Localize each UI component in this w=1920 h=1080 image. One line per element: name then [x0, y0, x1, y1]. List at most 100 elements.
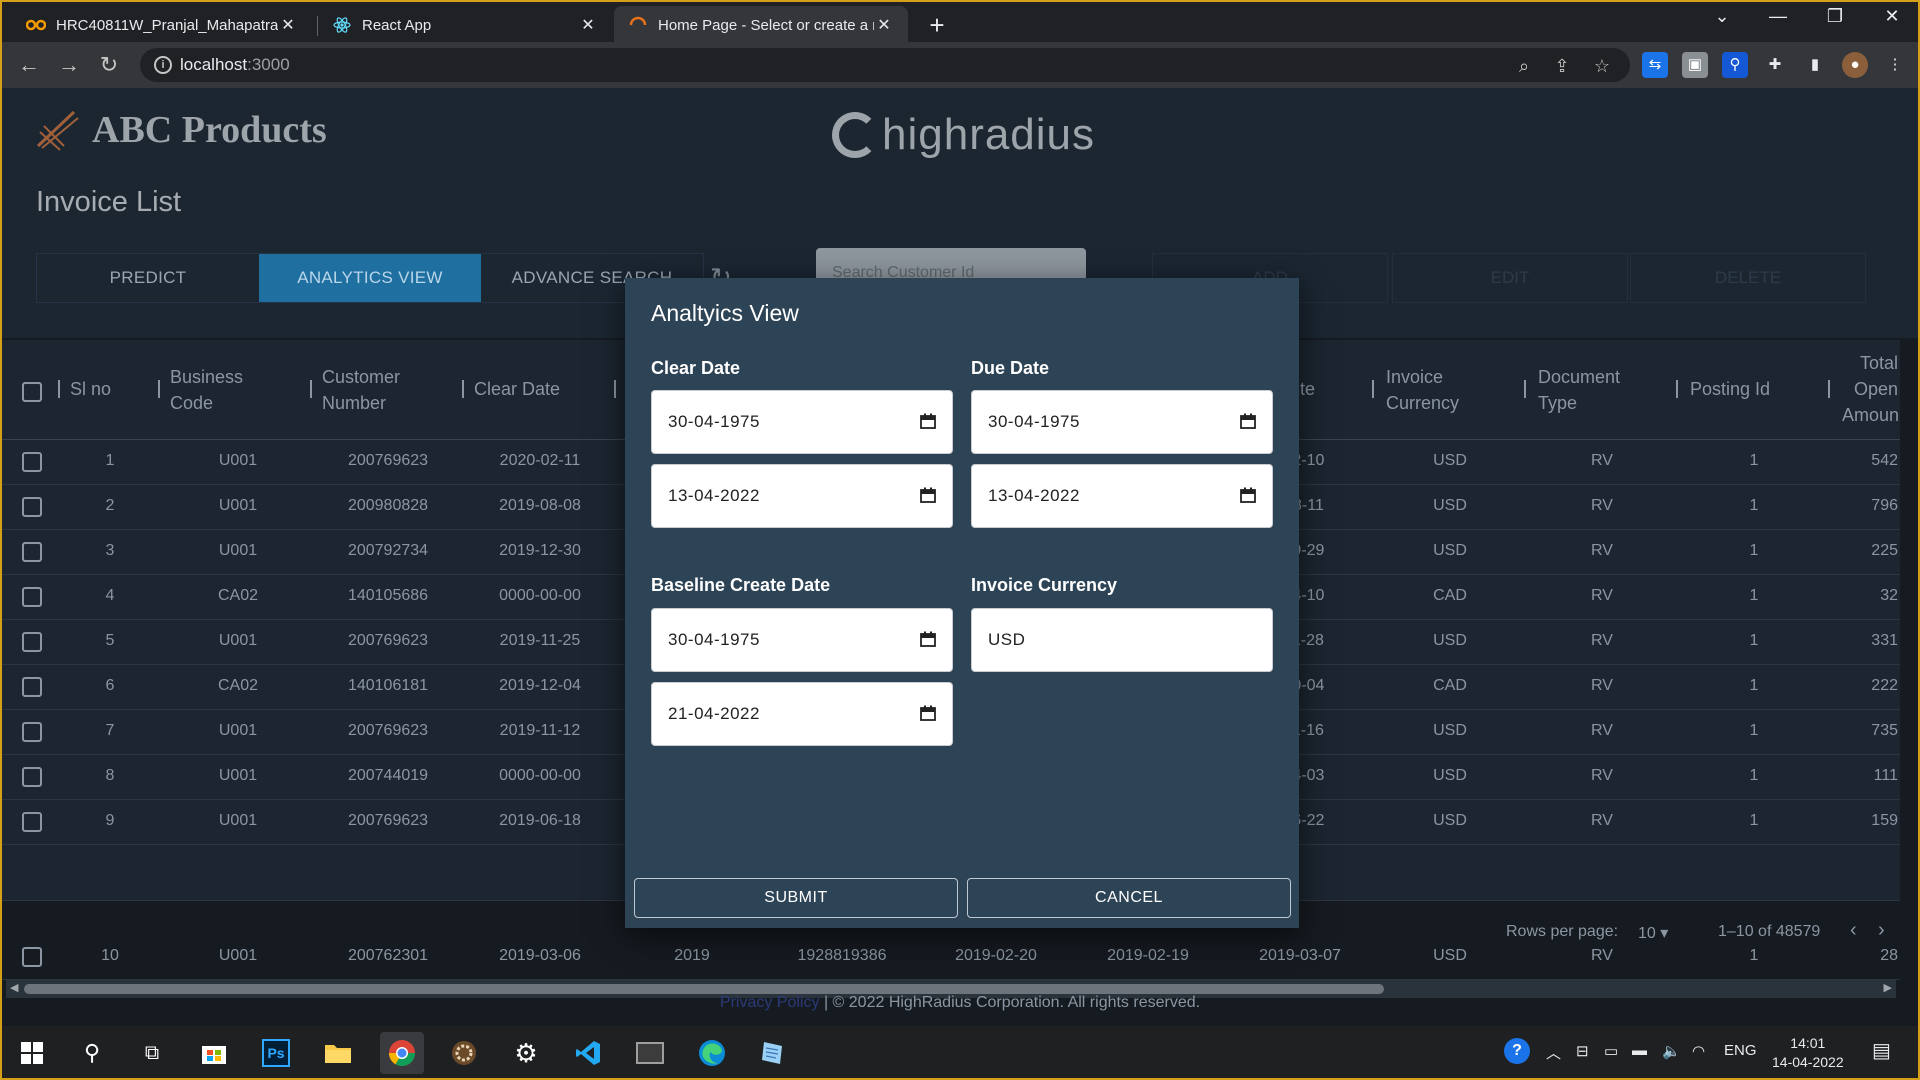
header-total-open-amount[interactable]: Total Open Amoun — [1842, 350, 1899, 428]
menu-kebab-icon[interactable]: ⋮ — [1882, 52, 1908, 78]
row-checkbox[interactable] — [22, 542, 42, 562]
submit-button[interactable]: SUBMIT — [634, 878, 958, 918]
scrollbar-thumb[interactable] — [24, 984, 1384, 994]
vscode-icon[interactable] — [570, 1035, 606, 1071]
header-invoice-currency[interactable]: Invoice Currency — [1386, 364, 1459, 416]
cancel-button[interactable]: CANCEL — [967, 878, 1291, 918]
chevron-up-icon[interactable]: ︿ — [1546, 1042, 1561, 1063]
share-icon[interactable]: ⇪ — [1550, 54, 1574, 78]
baseline-date-from-input[interactable]: 30-04-1975 — [651, 608, 953, 672]
star-icon[interactable]: ☆ — [1590, 54, 1614, 78]
extension-translate-icon[interactable]: ⇆ — [1642, 52, 1668, 78]
header-sl-no[interactable]: Sl no — [70, 376, 111, 402]
cell-sl: 3 — [105, 542, 115, 559]
restore-icon[interactable]: ❐ — [1815, 6, 1855, 27]
tab-search-icon[interactable]: ⌄ — [1702, 6, 1742, 27]
volume-icon[interactable]: 🔈 — [1662, 1042, 1681, 1060]
reload-icon[interactable]: ↻ — [94, 50, 124, 80]
chrome-taskbar-icon[interactable] — [380, 1032, 424, 1074]
file-explorer-icon[interactable] — [320, 1035, 356, 1071]
terminal-icon[interactable] — [632, 1035, 668, 1071]
gear-icon[interactable]: ⚙ — [508, 1035, 544, 1071]
delete-button[interactable]: DELETE — [1630, 253, 1866, 303]
close-icon[interactable]: ✕ — [874, 15, 894, 35]
row-checkbox[interactable] — [22, 632, 42, 652]
system-clock[interactable]: 14:01 14-04-2022 — [1772, 1034, 1844, 1072]
header-business-code[interactable]: Business Code — [170, 364, 243, 416]
forward-icon[interactable]: → — [54, 50, 84, 80]
back-icon[interactable]: ← — [14, 50, 44, 80]
header-posting-id[interactable]: Posting Id — [1690, 376, 1770, 402]
network-adapter-icon[interactable]: ▭ — [1604, 1042, 1618, 1060]
browser-tab-hrc[interactable]: HRC40811W_Pranjal_Mahapatra_ ✕ — [12, 6, 312, 44]
wifi-icon[interactable]: ◠ — [1692, 1042, 1705, 1060]
store-icon[interactable] — [196, 1035, 232, 1071]
task-view-icon[interactable]: ⧉ — [134, 1035, 170, 1071]
edit-button[interactable]: EDIT — [1392, 253, 1628, 303]
minimize-icon[interactable]: — — [1758, 6, 1798, 27]
row-checkbox[interactable] — [22, 677, 42, 697]
rows-per-page-select[interactable]: 10 ▾ — [1638, 923, 1668, 943]
photoshop-icon[interactable]: Ps — [258, 1035, 294, 1071]
row-checkbox[interactable] — [22, 812, 42, 832]
header-due-date[interactable]: te — [1300, 376, 1315, 402]
new-tab-button[interactable]: + — [922, 10, 952, 41]
invoice-currency-input[interactable]: USD — [971, 608, 1273, 672]
header-document-type[interactable]: Document Type — [1538, 364, 1620, 416]
header-clear-date[interactable]: Clear Date — [474, 376, 560, 402]
calendar-icon[interactable] — [920, 487, 936, 503]
notepad-icon[interactable] — [754, 1035, 790, 1071]
due-date-to-input[interactable]: 13-04-2022 — [971, 464, 1273, 528]
browser-tab-react[interactable]: React App ✕ — [318, 6, 612, 44]
cell-sl: 6 — [105, 677, 115, 694]
extensions-puzzle-icon[interactable]: ✚ — [1762, 52, 1788, 78]
notifications-icon[interactable]: ▤ — [1872, 1038, 1891, 1063]
prev-page-icon[interactable]: ‹ — [1850, 919, 1857, 942]
battery-icon[interactable]: ▬ — [1632, 1042, 1647, 1059]
cell-amt: 159 — [1871, 812, 1898, 829]
privacy-policy-link[interactable]: Privacy Policy — [720, 994, 820, 1011]
close-icon[interactable]: ✕ — [278, 15, 298, 35]
calendar-icon[interactable] — [1240, 487, 1256, 503]
close-icon[interactable]: ✕ — [578, 15, 598, 35]
calendar-icon[interactable] — [1240, 413, 1256, 429]
scroll-right-icon[interactable]: ▶ — [1884, 981, 1892, 994]
due-date-from-input[interactable]: 30-04-1975 — [971, 390, 1273, 454]
row-checkbox[interactable] — [22, 767, 42, 787]
header-customer-number[interactable]: Customer Number — [322, 364, 400, 416]
extension-badge-icon[interactable]: ⚲ — [1722, 52, 1748, 78]
url-text[interactable]: localhost:3000 — [180, 55, 290, 75]
next-page-icon[interactable]: › — [1878, 919, 1885, 942]
profile-avatar[interactable]: ● — [1842, 52, 1868, 78]
close-window-icon[interactable]: ✕ — [1872, 6, 1912, 27]
side-panel-icon[interactable]: ▮ — [1802, 52, 1828, 78]
row-checkbox[interactable] — [22, 452, 42, 472]
usb-icon[interactable]: ⊟ — [1576, 1042, 1589, 1060]
highradius-logo: highradius — [832, 110, 1095, 160]
info-icon[interactable]: i — [154, 56, 172, 74]
language-indicator[interactable]: ENG — [1724, 1042, 1757, 1059]
clear-date-to-input[interactable]: 13-04-2022 — [651, 464, 953, 528]
clear-date-from-input[interactable]: 30-04-1975 — [651, 390, 953, 454]
zoom-icon[interactable]: ⌕ — [1512, 54, 1536, 78]
search-icon[interactable]: ⚲ — [74, 1035, 110, 1071]
address-bar[interactable]: i localhost:3000 ⌕ ⇪ ☆ — [140, 48, 1630, 82]
settings-gear-app-icon[interactable] — [446, 1035, 482, 1071]
row-checkbox[interactable] — [22, 497, 42, 517]
edge-icon[interactable] — [694, 1035, 730, 1071]
row-checkbox[interactable] — [22, 722, 42, 742]
analytics-view-button[interactable]: ANALYTICS VIEW — [259, 254, 481, 302]
row-checkbox[interactable] — [22, 587, 42, 607]
help-badge-icon[interactable]: ? — [1504, 1038, 1530, 1064]
calendar-icon[interactable] — [920, 413, 936, 429]
calendar-icon[interactable] — [920, 631, 936, 647]
scroll-left-icon[interactable]: ◀ — [10, 981, 18, 994]
browser-tab-home[interactable]: Home Page - Select or create a n ✕ — [614, 6, 908, 44]
select-all-checkbox[interactable] — [22, 382, 42, 402]
abc-logo-icon — [34, 106, 82, 154]
calendar-icon[interactable] — [920, 705, 936, 721]
predict-button[interactable]: PREDICT — [37, 254, 259, 302]
baseline-date-to-input[interactable]: 21-04-2022 — [651, 682, 953, 746]
windows-start-icon[interactable] — [14, 1035, 50, 1071]
extension-image-icon[interactable]: ▣ — [1682, 52, 1708, 78]
